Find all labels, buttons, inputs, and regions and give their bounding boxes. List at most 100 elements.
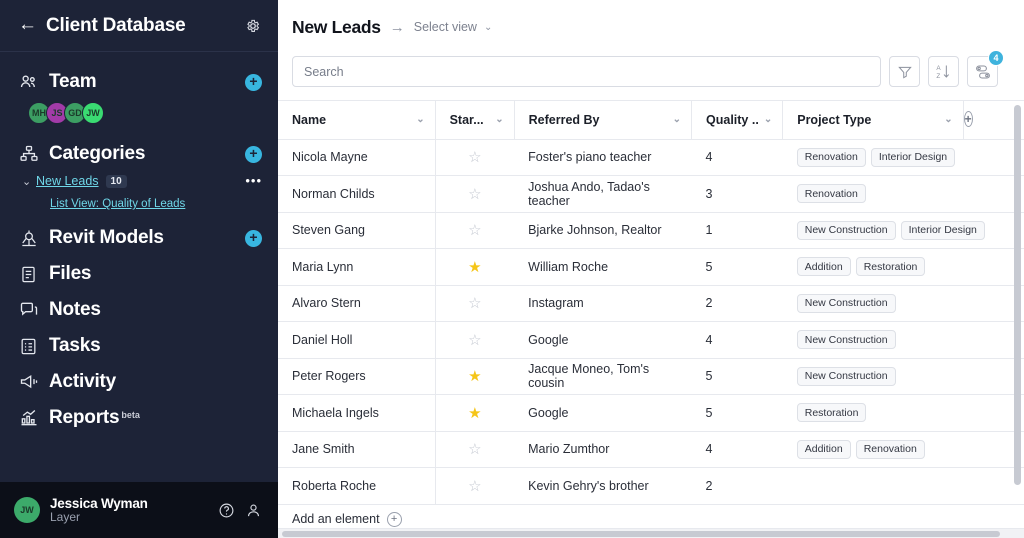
star-outline-icon[interactable]: ☆ bbox=[468, 441, 481, 458]
cell-referred-by[interactable]: Google bbox=[514, 394, 692, 432]
star-outline-icon[interactable]: ☆ bbox=[468, 149, 481, 166]
vertical-scrollbar[interactable] bbox=[1014, 105, 1021, 485]
star-outline-icon[interactable]: ☆ bbox=[468, 332, 481, 349]
table-row[interactable]: Roberta Roche ☆ Kevin Gehry's brother 2 bbox=[278, 467, 1024, 505]
cell-star[interactable]: ☆ bbox=[435, 467, 515, 505]
table-row[interactable]: Alvaro Stern ☆ Instagram 2 New Construction bbox=[278, 285, 1024, 322]
cell-star[interactable]: ★ bbox=[435, 358, 515, 395]
column-header-project-type[interactable]: Project Type ⌄ bbox=[782, 101, 964, 140]
project-type-tag[interactable]: Renovation bbox=[855, 439, 925, 459]
cell-referred-by[interactable]: Joshua Ando, Tadao's teacher bbox=[514, 175, 692, 213]
search-input[interactable] bbox=[292, 56, 881, 87]
project-type-tag[interactable]: Restoration bbox=[855, 257, 926, 277]
cell-name[interactable]: Nicola Mayne bbox=[278, 139, 436, 176]
project-type-tag[interactable]: New Construction bbox=[796, 220, 896, 240]
sidebar-item-files[interactable]: Files bbox=[0, 256, 278, 292]
cell-name[interactable]: Michaela Ingels bbox=[278, 394, 436, 432]
cell-quality[interactable]: 4 bbox=[691, 139, 783, 176]
horizontal-scrollbar-track[interactable] bbox=[278, 528, 1024, 538]
avatar[interactable]: JW bbox=[82, 102, 104, 124]
cell-referred-by[interactable]: Kevin Gehry's brother bbox=[514, 467, 692, 505]
cell-referred-by[interactable]: Bjarke Johnson, Realtor bbox=[514, 212, 692, 249]
cell-star[interactable]: ☆ bbox=[435, 175, 515, 213]
view-settings-button[interactable]: 4 bbox=[967, 50, 1004, 87]
person-icon[interactable] bbox=[245, 502, 262, 519]
arrow-left-icon[interactable]: ← bbox=[18, 15, 37, 34]
project-type-tag[interactable]: Restoration bbox=[796, 403, 867, 423]
sidebar-item-revit-models[interactable]: Revit Models + bbox=[0, 220, 278, 256]
project-type-tag[interactable]: Renovation bbox=[796, 147, 866, 167]
category-label[interactable]: New Leads bbox=[36, 174, 99, 188]
question-circle-icon[interactable] bbox=[218, 502, 235, 519]
sidebar-item-reports[interactable]: Reports beta bbox=[0, 400, 278, 436]
cell-quality[interactable]: 3 bbox=[691, 175, 783, 213]
project-type-tag[interactable]: Renovation bbox=[796, 184, 866, 204]
cell-name[interactable]: Norman Childs bbox=[278, 175, 436, 213]
cell-project-type[interactable]: Renovation bbox=[782, 175, 1024, 213]
chevron-down-icon[interactable]: ⌄ bbox=[416, 114, 424, 125]
cell-project-type[interactable]: Renovation Interior Design bbox=[782, 139, 1024, 176]
horizontal-scrollbar-thumb[interactable] bbox=[282, 531, 1000, 537]
chevron-down-icon[interactable]: ⌄ bbox=[484, 22, 492, 33]
avatar[interactable]: JW bbox=[14, 497, 40, 523]
star-outline-icon[interactable]: ☆ bbox=[468, 478, 481, 495]
star-outline-icon[interactable]: ☆ bbox=[468, 222, 481, 239]
cell-star[interactable]: ☆ bbox=[435, 321, 515, 359]
cell-quality[interactable]: 2 bbox=[691, 285, 783, 322]
table-row[interactable]: Peter Rogers ★ Jacque Moneo, Tom's cousin 5… bbox=[278, 358, 1024, 395]
cell-name[interactable]: Steven Gang bbox=[278, 212, 436, 249]
gear-icon[interactable] bbox=[244, 17, 262, 35]
cell-quality[interactable]: 4 bbox=[691, 431, 783, 468]
category-new-leads[interactable]: ⌄ New Leads 10 ••• bbox=[0, 172, 278, 190]
sidebar-item-categories[interactable]: Categories + bbox=[0, 136, 278, 172]
cell-project-type[interactable]: New Construction bbox=[782, 321, 1024, 359]
table-row[interactable]: Daniel Holl ☆ Google 4 New Construction bbox=[278, 321, 1024, 359]
cell-quality[interactable]: 5 bbox=[691, 358, 783, 395]
plus-circle-icon[interactable]: + bbox=[963, 111, 973, 128]
cell-referred-by[interactable]: Google bbox=[514, 321, 692, 359]
cell-name[interactable]: Roberta Roche bbox=[278, 467, 436, 505]
cell-project-type[interactable]: New Construction Interior Design bbox=[782, 212, 1024, 249]
cell-project-type[interactable]: Restoration bbox=[782, 394, 1024, 432]
chevron-down-icon[interactable]: ⌄ bbox=[22, 175, 36, 188]
column-header-quality[interactable]: Quality ... ⌄ bbox=[691, 101, 784, 140]
cell-star[interactable]: ★ bbox=[435, 394, 515, 432]
cell-quality[interactable]: 1 bbox=[691, 212, 783, 249]
star-outline-icon[interactable]: ☆ bbox=[468, 186, 481, 203]
add-revit-model-button[interactable]: + bbox=[245, 229, 262, 247]
sidebar-item-notes[interactable]: Notes bbox=[0, 292, 278, 328]
cell-project-type[interactable]: New Construction bbox=[782, 285, 1024, 322]
table-row[interactable]: Michaela Ingels ★ Google 5 Restoration bbox=[278, 394, 1024, 432]
cell-referred-by[interactable]: Mario Zumthor bbox=[514, 431, 692, 468]
cell-quality[interactable]: 5 bbox=[691, 248, 783, 286]
cell-name[interactable]: Jane Smith bbox=[278, 431, 436, 468]
add-team-member-button[interactable]: + bbox=[245, 73, 262, 91]
cell-name[interactable]: Daniel Holl bbox=[278, 321, 436, 359]
cell-quality[interactable]: 5 bbox=[691, 394, 783, 432]
project-type-tag[interactable]: Addition bbox=[796, 257, 851, 277]
cell-star[interactable]: ☆ bbox=[435, 212, 515, 249]
project-type-tag[interactable]: New Construction bbox=[796, 366, 896, 386]
column-header-name[interactable]: Name ⌄ bbox=[278, 101, 436, 140]
cell-referred-by[interactable]: Jacque Moneo, Tom's cousin bbox=[514, 358, 692, 395]
cell-project-type[interactable]: Addition Restoration bbox=[782, 248, 1024, 286]
chevron-down-icon[interactable]: ⌄ bbox=[495, 114, 503, 125]
cell-project-type[interactable]: New Construction bbox=[782, 358, 1024, 395]
cell-referred-by[interactable]: William Roche bbox=[514, 248, 692, 286]
cell-quality[interactable]: 4 bbox=[691, 321, 783, 359]
filter-button[interactable] bbox=[889, 56, 920, 87]
cell-project-type[interactable]: Addition Renovation bbox=[782, 431, 1024, 468]
star-filled-icon[interactable]: ★ bbox=[468, 368, 481, 385]
sidebar-item-activity[interactable]: Activity bbox=[0, 364, 278, 400]
cell-name[interactable]: Maria Lynn bbox=[278, 248, 436, 286]
cell-referred-by[interactable]: Instagram bbox=[514, 285, 692, 322]
star-outline-icon[interactable]: ☆ bbox=[468, 295, 481, 312]
project-type-tag[interactable]: Interior Design bbox=[870, 147, 956, 167]
category-more-icon[interactable]: ••• bbox=[245, 174, 262, 187]
cell-star[interactable]: ☆ bbox=[435, 431, 515, 468]
sidebar-item-team[interactable]: Team + bbox=[0, 64, 278, 100]
cell-star[interactable]: ☆ bbox=[435, 139, 515, 176]
project-type-tag[interactable]: New Construction bbox=[796, 330, 896, 350]
cell-quality[interactable]: 2 bbox=[691, 467, 783, 505]
project-type-tag[interactable]: New Construction bbox=[796, 293, 896, 313]
